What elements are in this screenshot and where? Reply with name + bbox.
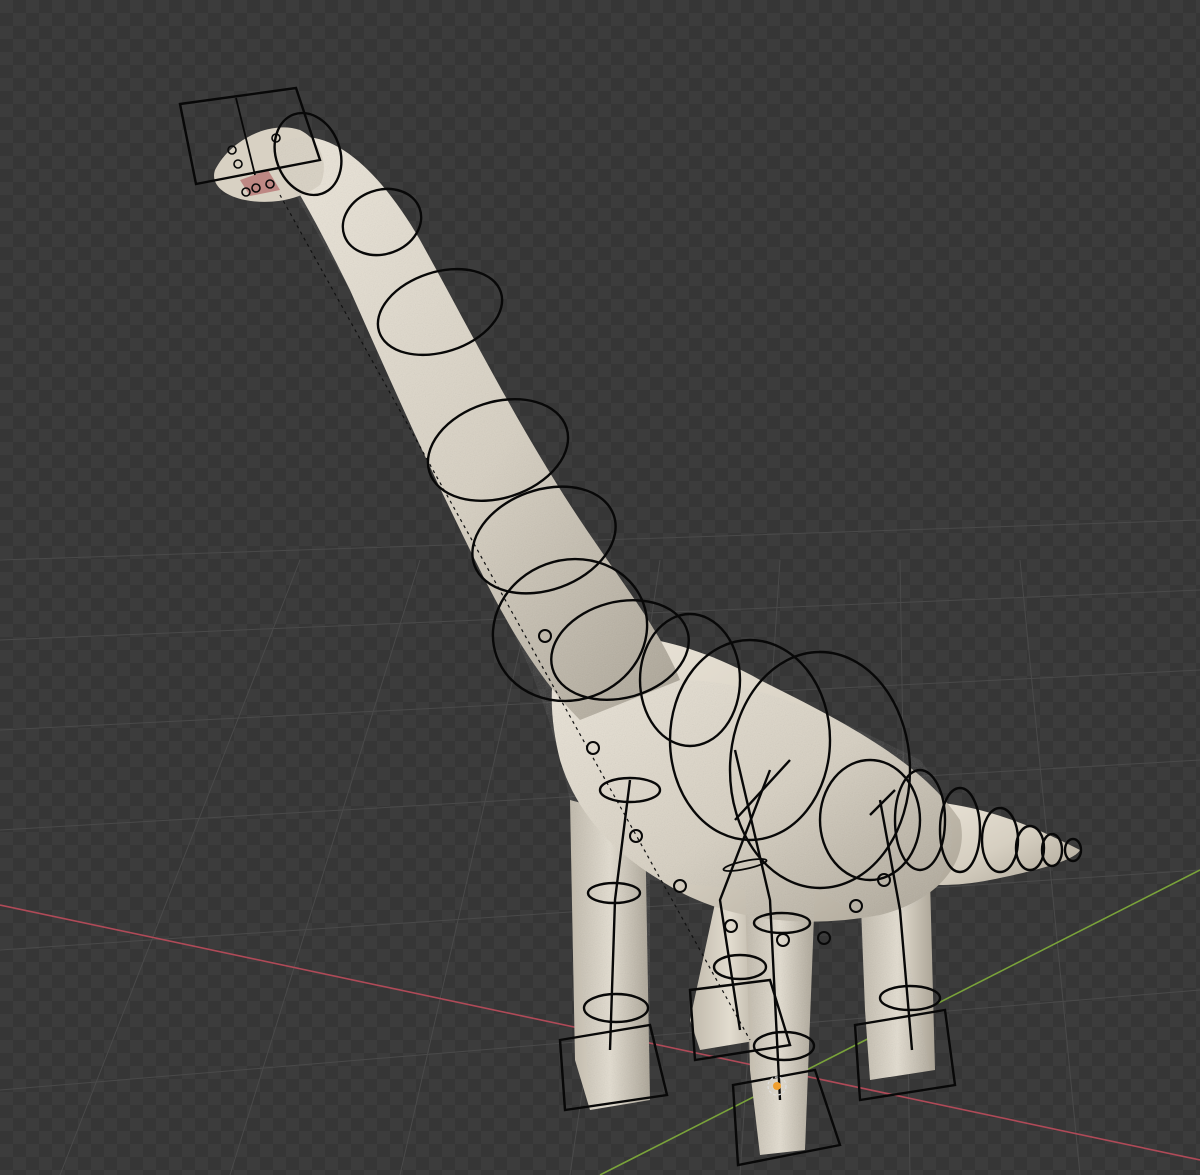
scene-canvas[interactable] (0, 0, 1200, 1175)
dinosaur-model[interactable] (214, 127, 1080, 1155)
3d-viewport[interactable] (0, 0, 1200, 1175)
